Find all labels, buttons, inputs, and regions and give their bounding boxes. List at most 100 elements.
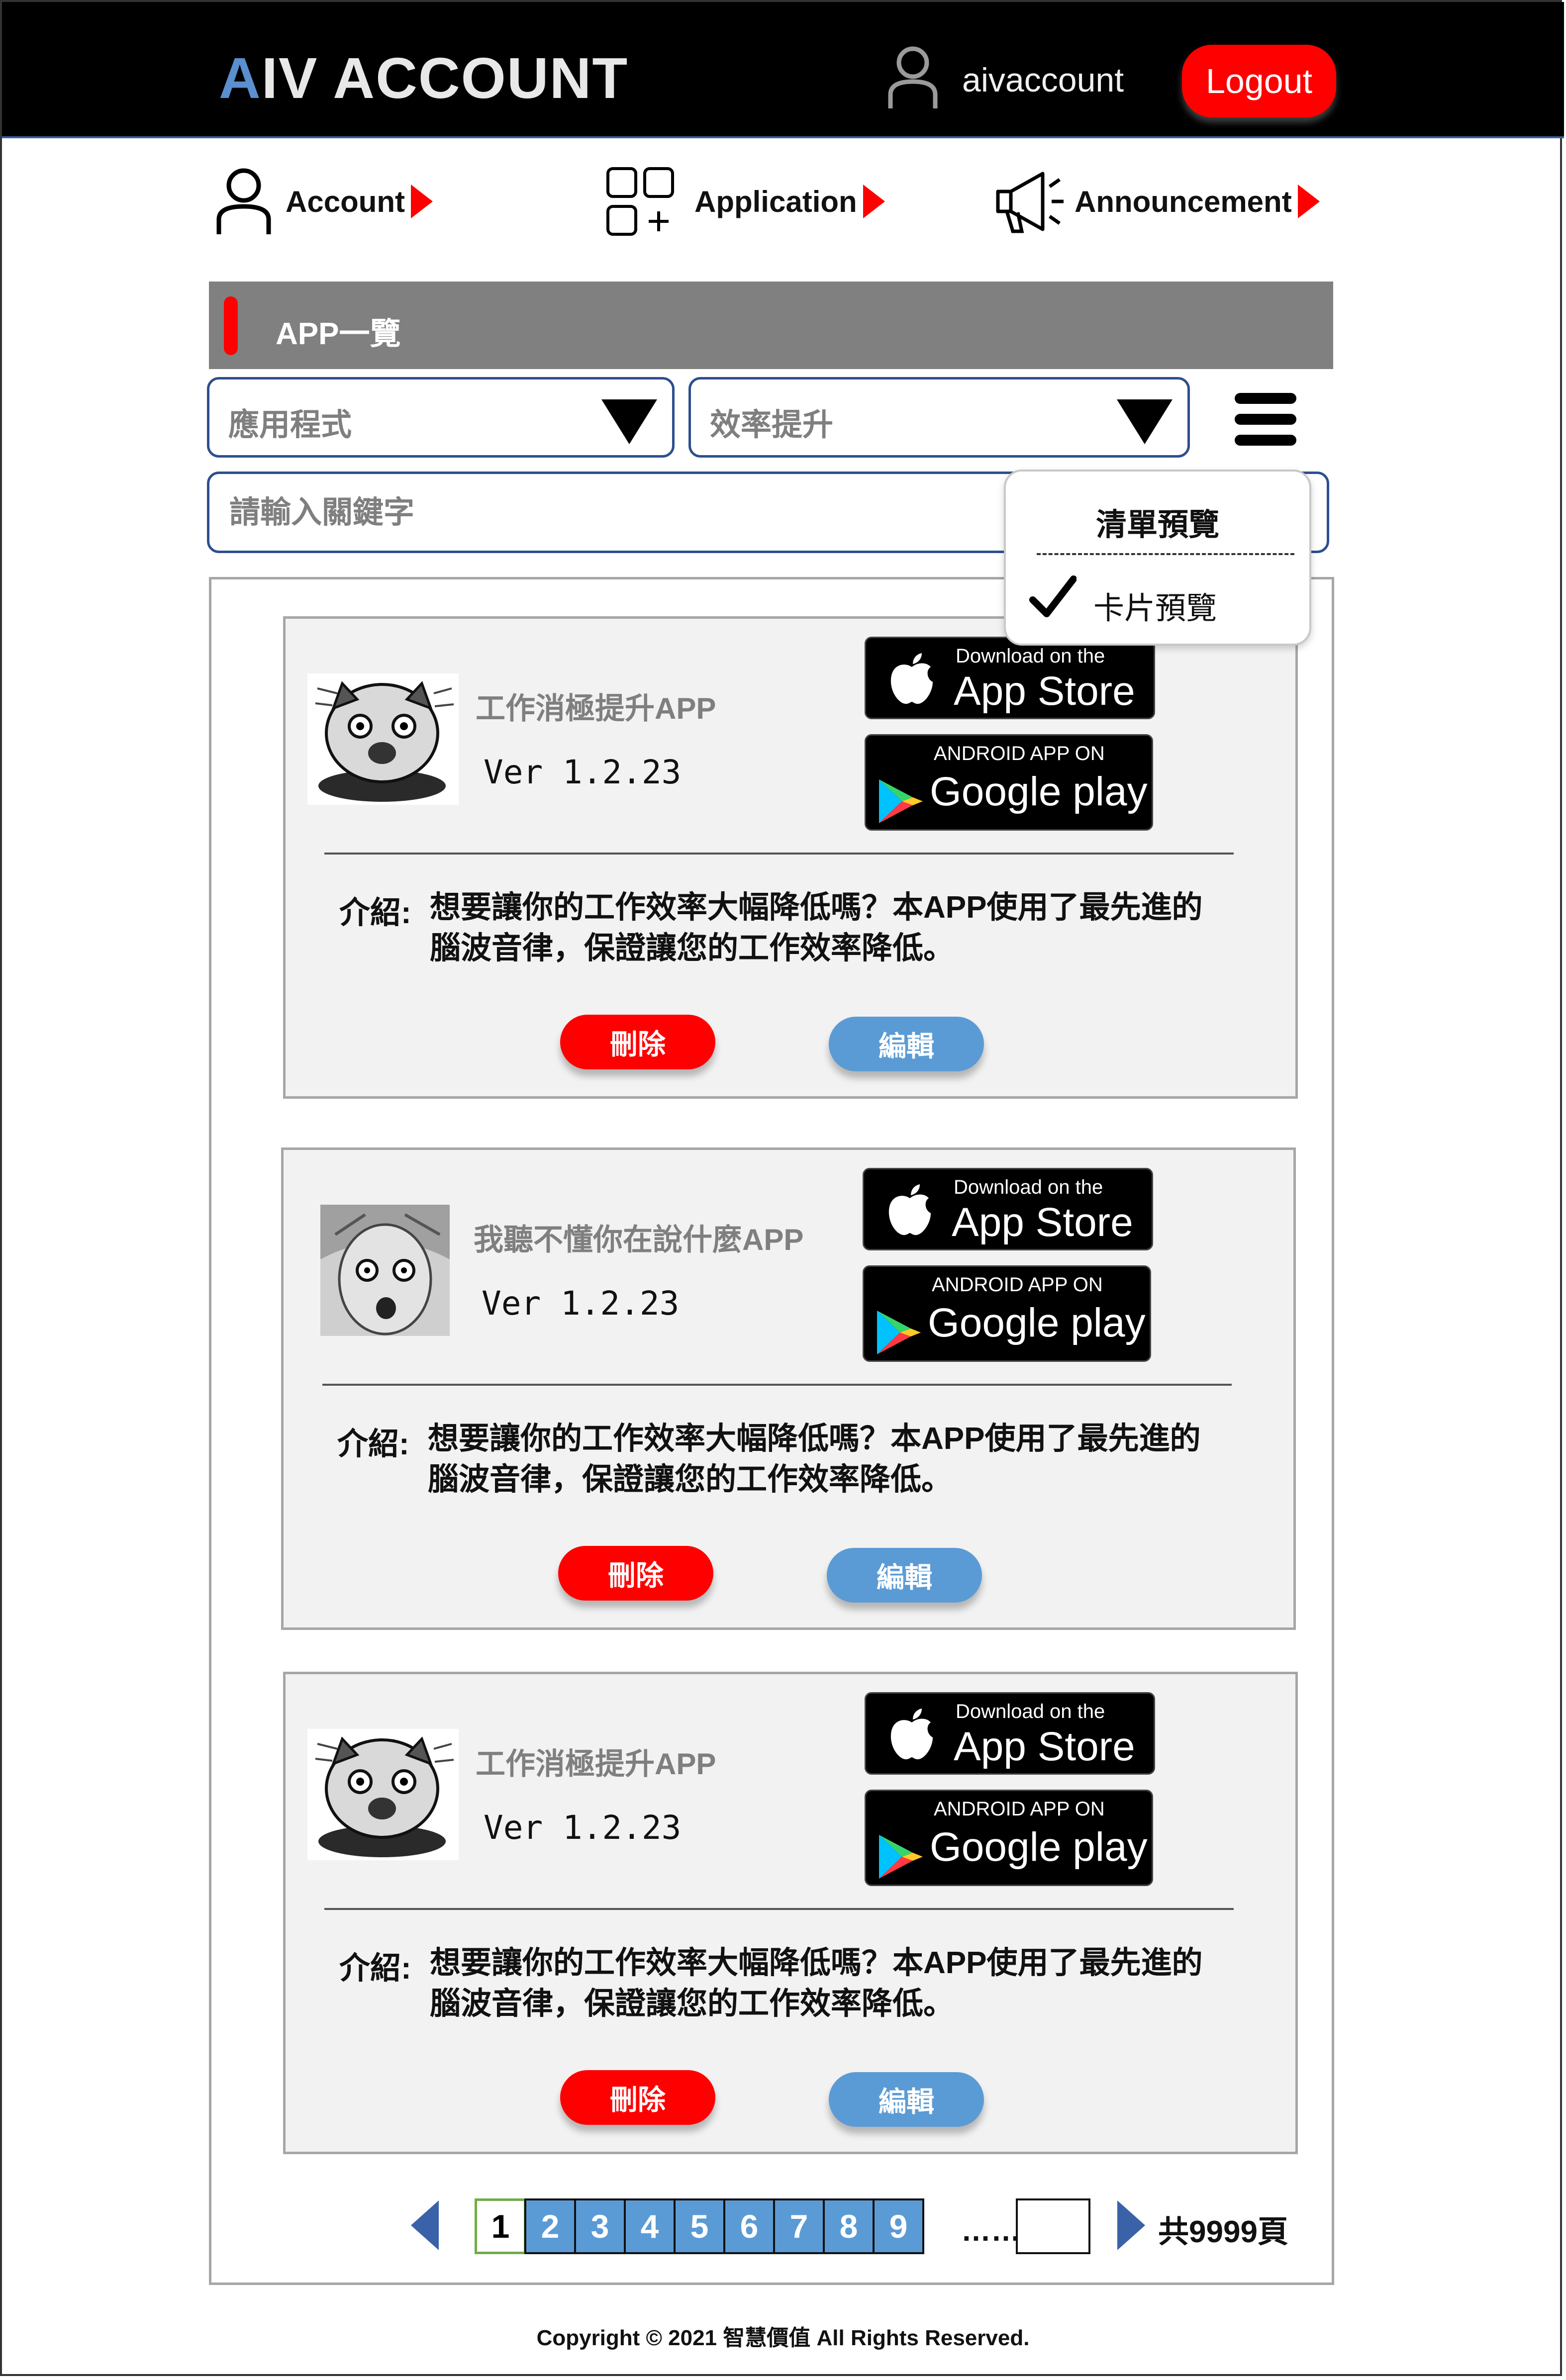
description-label: 介紹: xyxy=(337,1427,409,1461)
card-divider xyxy=(324,1908,1234,1910)
edit-button[interactable]: 編輯 xyxy=(827,1548,982,1603)
app-thumbnail xyxy=(307,673,459,805)
google-play-icon xyxy=(879,1835,923,1879)
app-thumbnail xyxy=(307,1729,459,1860)
dropdown-divider xyxy=(1037,553,1294,555)
page-button[interactable]: 6 xyxy=(723,2198,775,2254)
page-jump-input[interactable] xyxy=(1016,2198,1090,2254)
logo-text: IV ACCOUNT xyxy=(261,46,629,110)
app-name: 我聽不懂你在說什麼APP xyxy=(474,1223,804,1256)
category-select[interactable]: 應用程式 xyxy=(207,377,675,458)
logo-letter: A xyxy=(219,46,262,110)
section-marker xyxy=(224,296,238,355)
app-store-badge[interactable]: Download on the App Store xyxy=(865,637,1155,719)
nav-announcement[interactable]: Announcement xyxy=(993,164,1320,239)
nav-account[interactable]: Account xyxy=(214,164,433,239)
description-label: 介紹: xyxy=(339,896,411,930)
apple-badge-big: App Store xyxy=(954,1724,1135,1769)
description-label: 介紹: xyxy=(339,1951,411,1986)
google-play-badge[interactable]: ANDROID APP ON Google play xyxy=(865,734,1153,831)
app-thumbnail xyxy=(320,1205,450,1336)
pagination-pages: 1 2 3 4 5 6 7 8 9 xyxy=(475,2198,924,2254)
app-name: 工作消極提升APP xyxy=(476,1747,716,1781)
apple-badge-big: App Store xyxy=(952,1200,1133,1245)
google-badge-small: ANDROID APP ON xyxy=(934,1798,1105,1820)
card-divider xyxy=(322,1384,1232,1386)
google-badge-big: Google play xyxy=(930,1824,1148,1870)
app-name: 工作消極提升APP xyxy=(476,692,716,725)
username: aivaccount xyxy=(962,61,1124,99)
logout-button[interactable]: Logout xyxy=(1182,45,1336,117)
delete-button[interactable]: 刪除 xyxy=(560,2070,715,2125)
app-description: 想要讓你的工作效率大幅降低嗎？本APP使用了最先進的腦波音律，保證讓您的工作效率… xyxy=(430,890,1203,965)
chevron-right-icon[interactable] xyxy=(1117,2200,1145,2250)
apple-badge-small: Download on the xyxy=(956,1701,1105,1722)
user-icon xyxy=(888,46,938,108)
page-button[interactable]: 8 xyxy=(823,2198,875,2254)
arrow-right-icon xyxy=(863,185,885,218)
app-list: 工作消極提升APP Ver 1.2.23 Download on the App… xyxy=(209,577,1334,2285)
nav-announcement-label: Announcement xyxy=(1075,185,1292,218)
page-button[interactable]: 4 xyxy=(624,2198,676,2254)
delete-button[interactable]: 刪除 xyxy=(558,1546,713,1601)
apple-badge-small: Download on the xyxy=(956,645,1105,667)
delete-button[interactable]: 刪除 xyxy=(560,1015,715,1069)
nav-application-label: Application xyxy=(694,185,857,218)
view-mode-dropdown: 清單預覽 卡片預覽 xyxy=(1004,470,1311,646)
triangle-down-icon xyxy=(601,399,657,444)
google-play-icon xyxy=(877,1311,921,1354)
subcategory-value: 效率提升 xyxy=(710,408,834,442)
app-card: 工作消極提升APP Ver 1.2.23 Download on the App… xyxy=(283,616,1298,1099)
nav-account-label: Account xyxy=(286,185,405,218)
copyright-footer: Copyright © 2021 智慧價值 All Rights Reserve… xyxy=(536,2326,1030,2350)
page-button-current[interactable]: 1 xyxy=(475,2198,526,2254)
pagination-ellipsis: …… xyxy=(961,2214,1021,2247)
nav-application[interactable]: Application xyxy=(606,164,885,239)
subcategory-select[interactable]: 效率提升 xyxy=(688,377,1190,458)
app-version: Ver 1.2.23 xyxy=(482,1284,680,1323)
google-badge-big: Google play xyxy=(930,769,1148,814)
section-header: APP一覽 xyxy=(209,282,1333,369)
user-icon xyxy=(216,168,271,234)
google-play-icon xyxy=(879,779,923,823)
chevron-left-icon[interactable] xyxy=(411,2200,439,2250)
page-button[interactable]: 7 xyxy=(773,2198,825,2254)
page-button[interactable]: 3 xyxy=(574,2198,626,2254)
google-play-badge[interactable]: ANDROID APP ON Google play xyxy=(865,1790,1153,1886)
arrow-right-icon xyxy=(411,185,433,218)
edit-button[interactable]: 編輯 xyxy=(829,2072,984,2127)
apple-logo-icon xyxy=(888,1184,931,1236)
arrow-right-icon xyxy=(1297,185,1320,218)
apple-badge-big: App Store xyxy=(954,668,1135,714)
list-view-option[interactable]: 清單預覽 xyxy=(1006,499,1309,544)
section-title: APP一覽 xyxy=(276,317,401,351)
check-icon xyxy=(1029,575,1077,617)
apple-logo-icon xyxy=(890,1709,933,1760)
app-description: 想要讓你的工作效率大幅降低嗎？本APP使用了最先進的腦波音律，保證讓您的工作效率… xyxy=(428,1422,1201,1497)
hamburger-menu-icon[interactable] xyxy=(1235,393,1296,448)
triangle-down-icon xyxy=(1117,399,1173,444)
grid-plus-icon xyxy=(606,167,674,236)
app-card: 工作消極提升APP Ver 1.2.23 Download on the App… xyxy=(283,1672,1298,2154)
apple-logo-icon xyxy=(890,653,933,704)
page-button[interactable]: 2 xyxy=(524,2198,576,2254)
app-store-badge[interactable]: Download on the App Store xyxy=(865,1692,1155,1775)
app-version: Ver 1.2.23 xyxy=(484,753,682,791)
card-divider xyxy=(324,853,1234,855)
google-play-badge[interactable]: ANDROID APP ON Google play xyxy=(863,1265,1151,1362)
page-button[interactable]: 5 xyxy=(674,2198,725,2254)
google-badge-small: ANDROID APP ON xyxy=(932,1274,1103,1296)
app-version: Ver 1.2.23 xyxy=(484,1809,682,1847)
app-store-badge[interactable]: Download on the App Store xyxy=(863,1168,1153,1250)
google-badge-small: ANDROID APP ON xyxy=(934,743,1105,764)
top-header: AIV ACCOUNT aivaccount Logout xyxy=(2,2,1564,138)
category-value: 應用程式 xyxy=(228,408,352,442)
app-description: 想要讓你的工作效率大幅降低嗎？本APP使用了最先進的腦波音律，保證讓您的工作效率… xyxy=(430,1946,1203,2021)
megaphone-icon xyxy=(996,172,1064,233)
app-card: 我聽不懂你在說什麼APP Ver 1.2.23 Download on the … xyxy=(281,1147,1296,1630)
app-logo[interactable]: AIV ACCOUNT xyxy=(219,45,628,111)
google-badge-big: Google play xyxy=(928,1300,1146,1345)
card-view-option[interactable]: 卡片預覽 xyxy=(1093,583,1217,628)
page-button[interactable]: 9 xyxy=(873,2198,924,2254)
edit-button[interactable]: 編輯 xyxy=(829,1017,984,1071)
